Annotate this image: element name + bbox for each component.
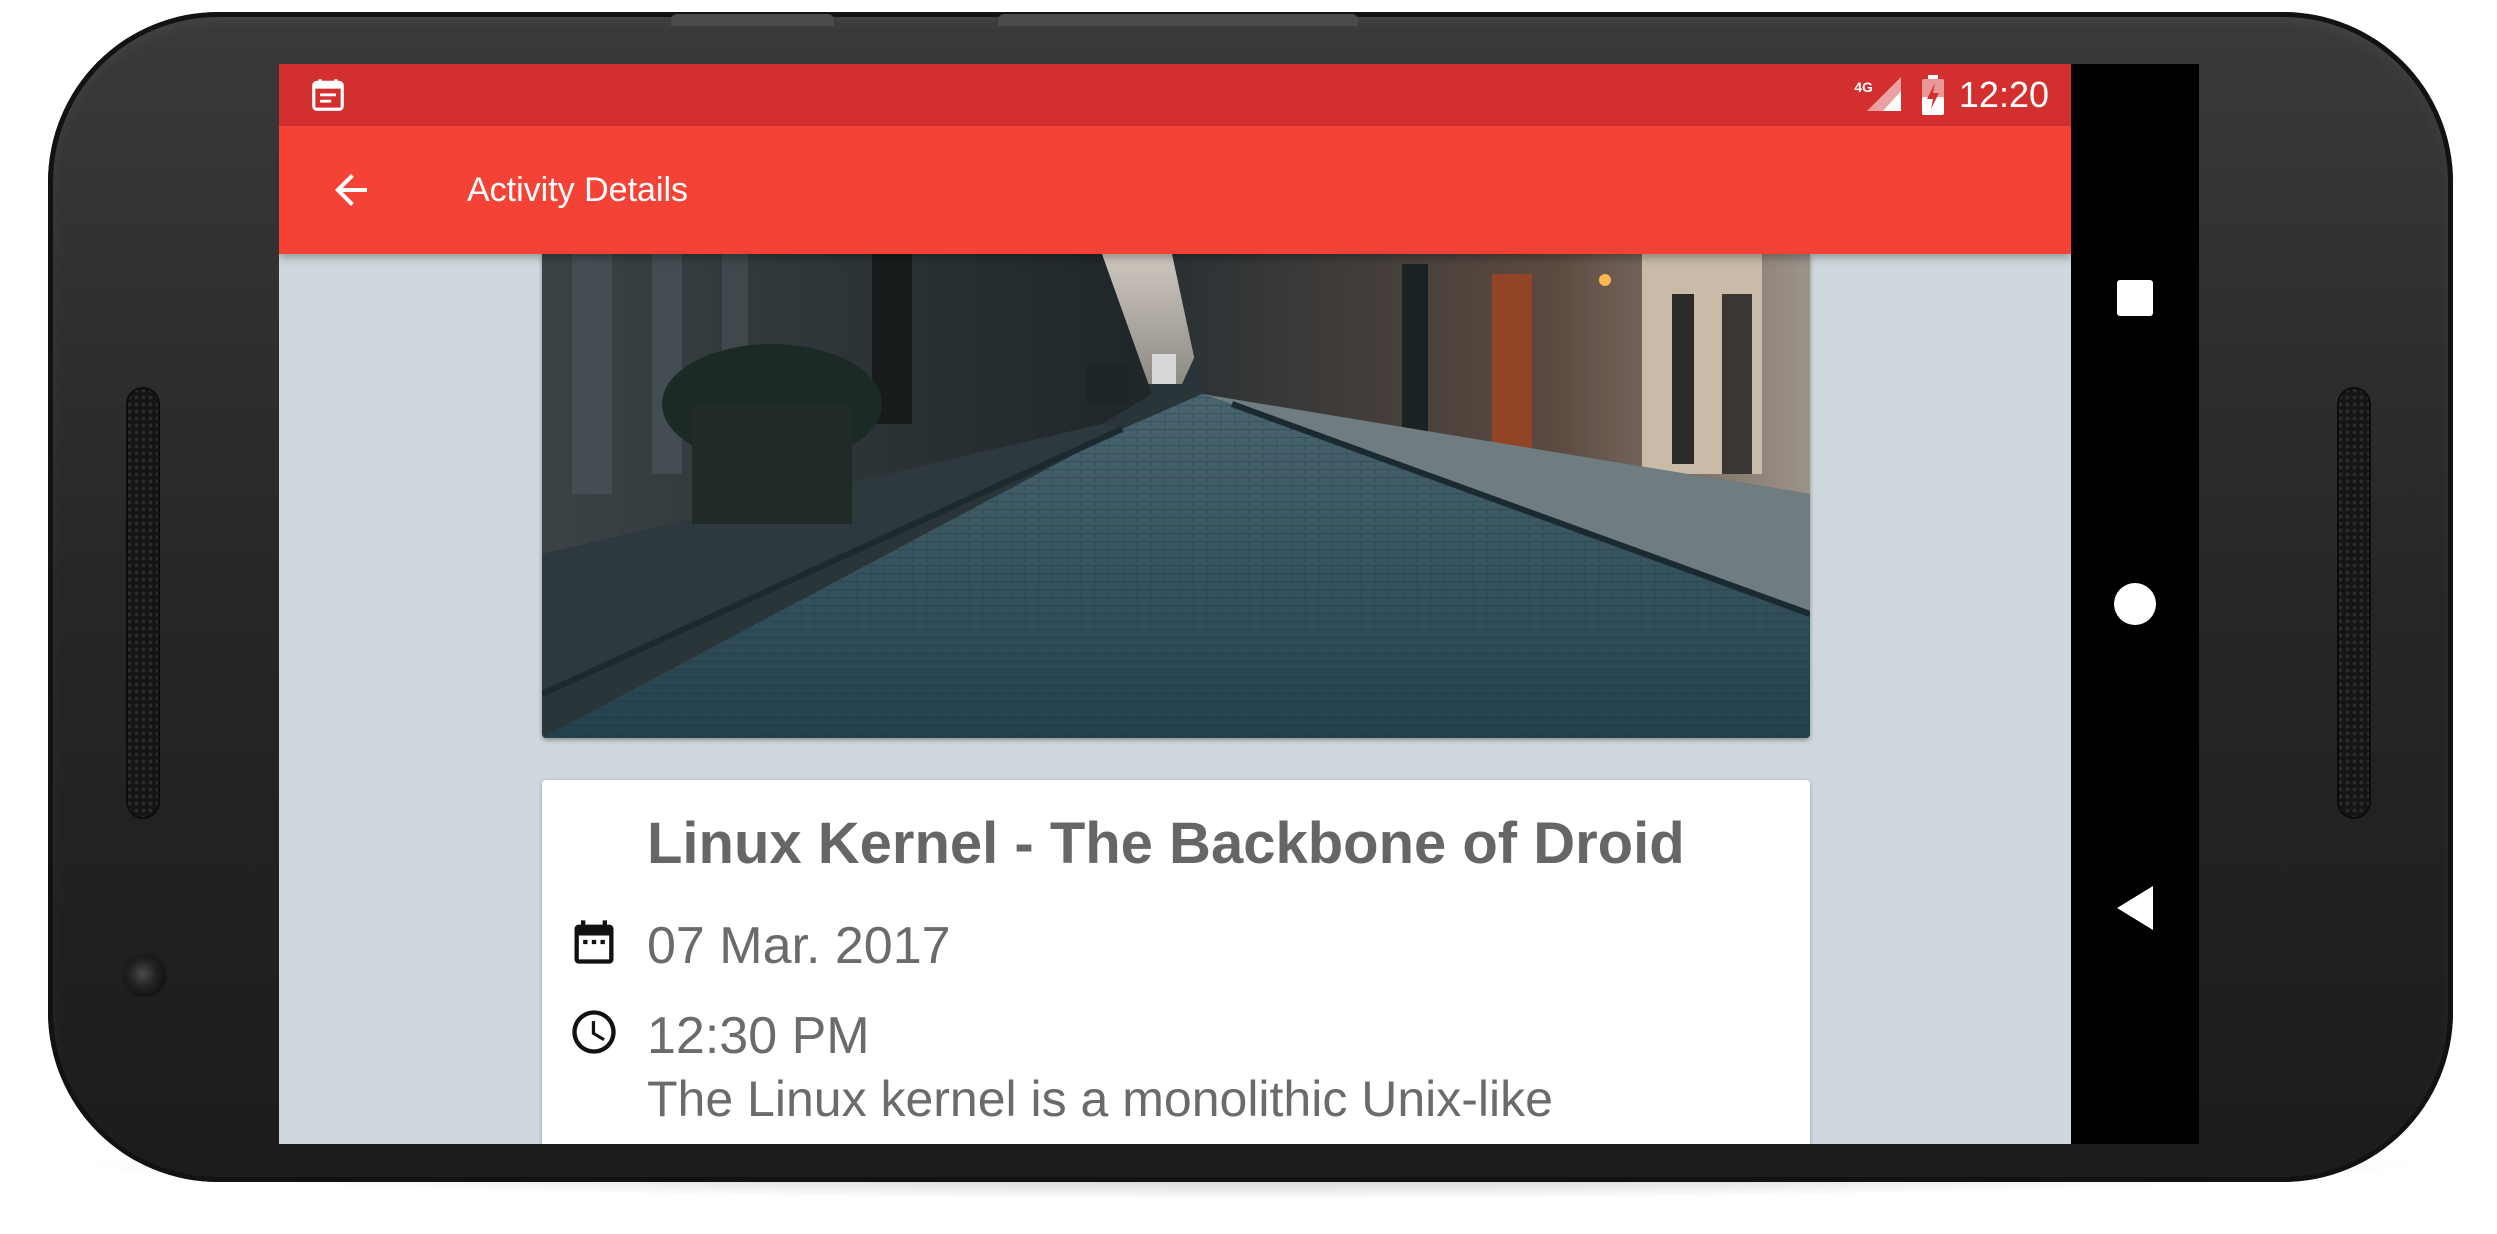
status-time: 12:20	[1958, 74, 2049, 115]
activity-details-card: Linux Kernel - The Backbone of Droid 07 …	[542, 780, 1810, 1144]
arrow-back-icon	[327, 166, 375, 214]
clock-icon	[568, 1006, 620, 1058]
app-toolbar: Activity Details	[279, 126, 2071, 254]
status-bar: 4G 12:20	[279, 64, 2071, 126]
front-camera	[124, 955, 166, 997]
right-speaker-grille	[2337, 387, 2371, 819]
battery-charging-icon	[1921, 75, 1945, 115]
hardware-button-left	[671, 14, 834, 26]
system-nav-bar	[2071, 64, 2199, 1144]
network-type-label: 4G	[1854, 79, 1873, 95]
calendar-notification-icon	[309, 76, 347, 114]
status-right-group: 4G 12:20	[1854, 64, 2049, 126]
square-recents-icon	[2115, 278, 2155, 318]
calendar-icon	[568, 916, 620, 968]
activity-description: The Linux kernel is a monolithic Unix-li…	[647, 1071, 1553, 1127]
activity-title: Linux Kernel - The Backbone of Droid	[647, 811, 1685, 876]
activity-date: 07 Mar. 2017	[647, 917, 951, 975]
recents-button[interactable]	[2101, 264, 2169, 332]
back-nav-button[interactable]	[2101, 874, 2169, 942]
triangle-back-icon	[2115, 886, 2155, 930]
app-content: 4G 12:20 Activity Details Linux Kernel -…	[279, 64, 2071, 1144]
hardware-button-right	[998, 14, 1358, 26]
left-speaker-grille	[126, 387, 160, 819]
banner-image	[542, 254, 1810, 738]
phone-screen: 4G 12:20 Activity Details Linux Kernel -…	[279, 64, 2199, 1144]
toolbar-title: Activity Details	[467, 171, 689, 209]
activity-time: 12:30 PM	[647, 1007, 870, 1065]
circle-home-icon	[2113, 582, 2157, 626]
back-button[interactable]	[319, 158, 383, 222]
home-button[interactable]	[2101, 570, 2169, 638]
